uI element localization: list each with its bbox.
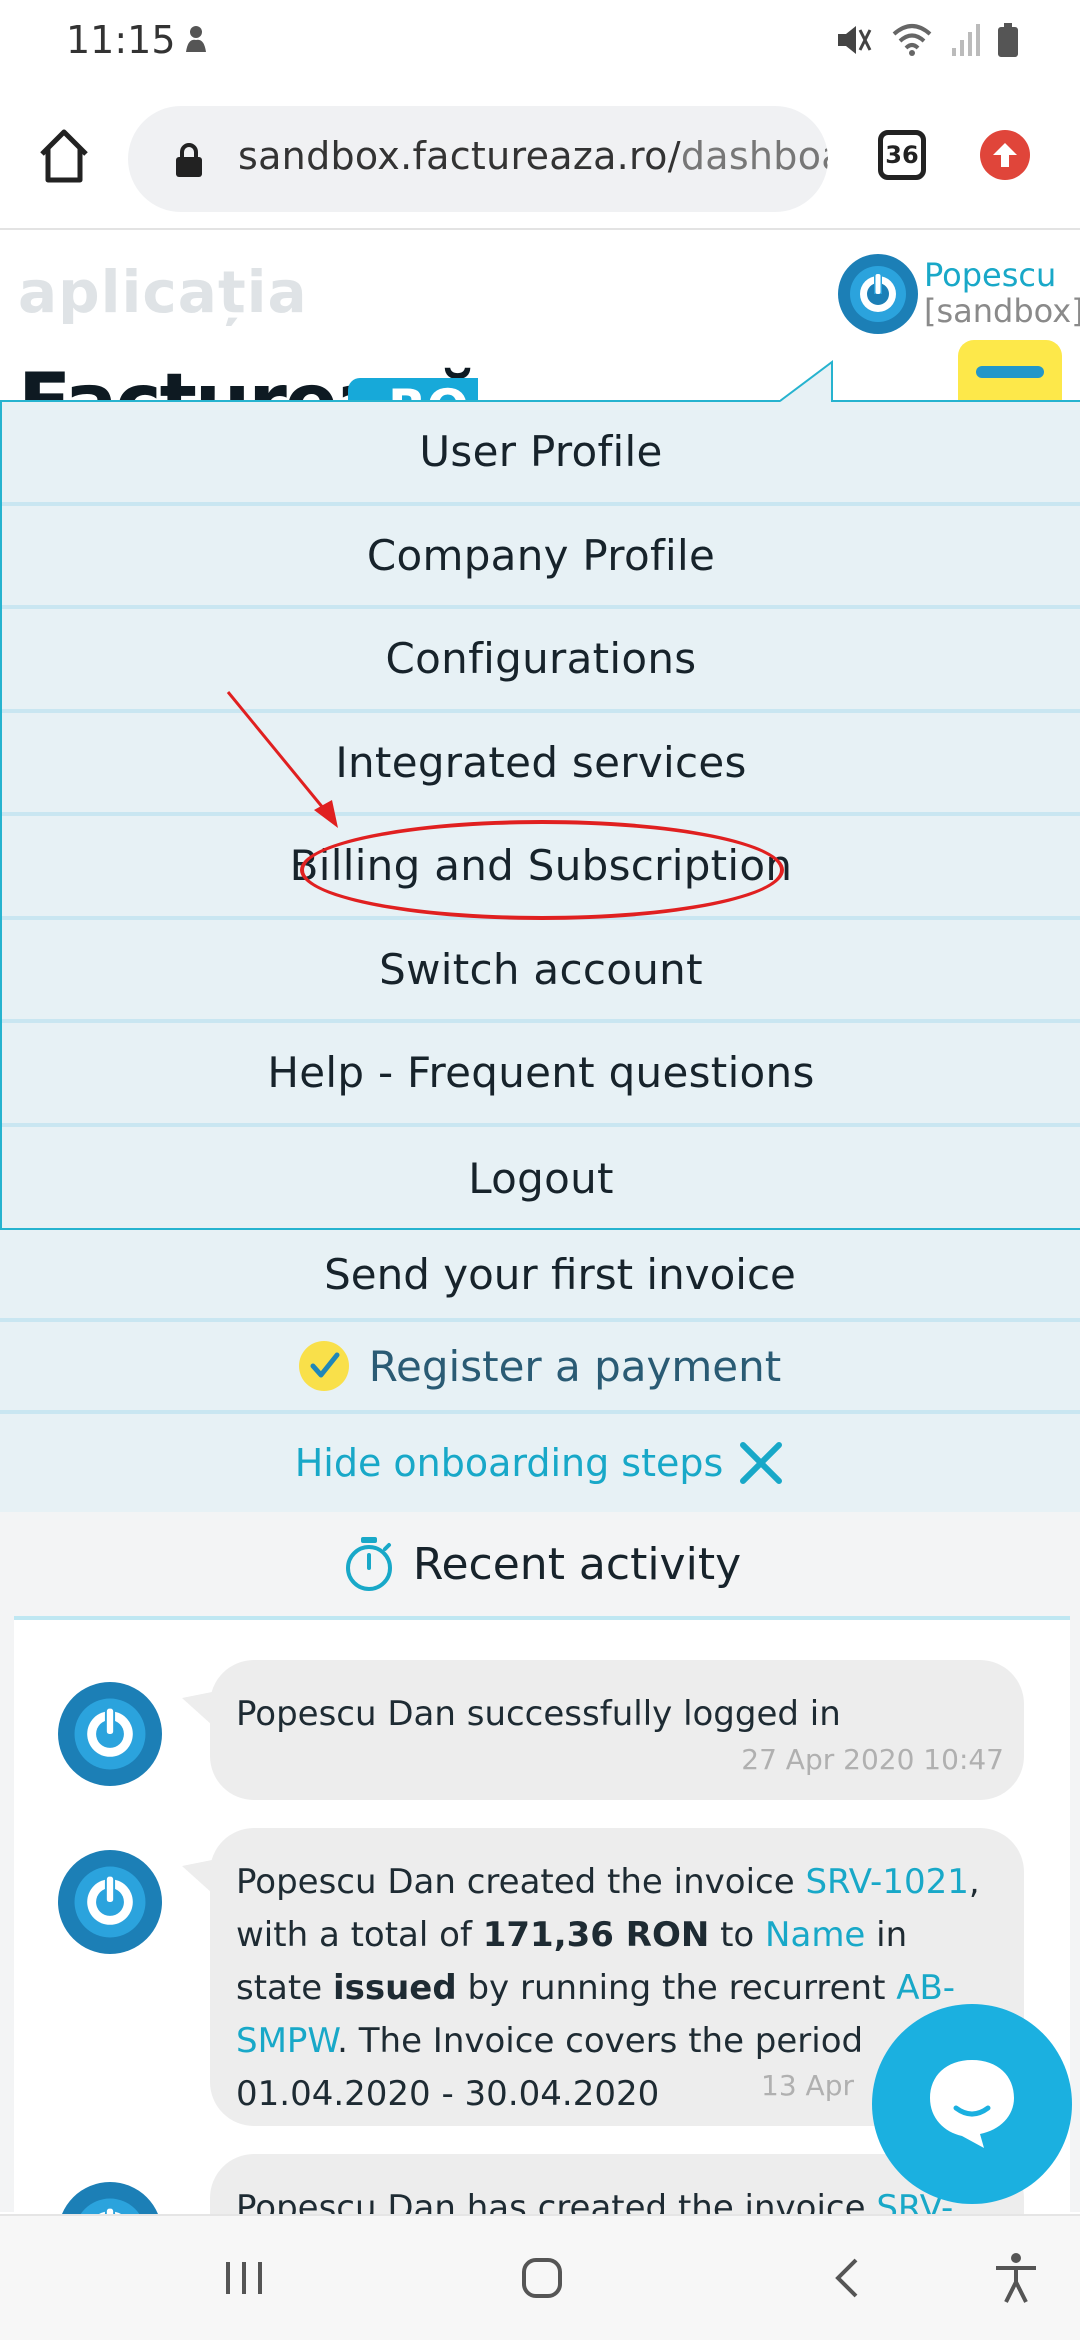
- onboarding-steps: Send your first invoice Register a payme…: [0, 1230, 1080, 1512]
- home-nav-icon[interactable]: [520, 2256, 564, 2300]
- logo-factureaza[interactable]: Facturează .RO: [18, 348, 478, 402]
- battery-icon: [998, 23, 1018, 57]
- client-link[interactable]: Name: [765, 1915, 865, 1955]
- hide-onboarding-label: Hide onboarding steps: [294, 1441, 724, 1485]
- dropdown-pointer: [780, 360, 833, 402]
- upload-icon: [993, 143, 1017, 167]
- activity-text: to: [709, 1915, 766, 1955]
- activity-text: Popescu Dan created the invoice: [236, 1862, 806, 1902]
- activity-timestamp: 13 Apr: [761, 2069, 854, 2102]
- close-icon: [740, 1442, 783, 1484]
- system-navigation-bar: [0, 2214, 1080, 2340]
- menu-item-switch-account[interactable]: Switch account: [2, 920, 1080, 1023]
- logo-aplicatia: aplicația: [18, 258, 308, 326]
- recent-activity-title: Recent activity: [412, 1538, 742, 1590]
- wifi-icon: [892, 24, 932, 56]
- back-icon[interactable]: [826, 2256, 870, 2300]
- url-domain: sandbox.factureaza.ro/: [238, 134, 681, 178]
- menu-item-user-profile[interactable]: User Profile: [2, 402, 1080, 506]
- user-dropdown-menu: User Profile Company Profile Configurati…: [0, 400, 1080, 1230]
- browser-toolbar: sandbox.factureaza.ro/dashboard 36: [0, 90, 1080, 230]
- stopwatch-icon: [345, 1537, 392, 1591]
- accessibility-icon[interactable]: [992, 2252, 1040, 2304]
- power-icon: [74, 1698, 146, 1770]
- user-environment: [sandbox]: [924, 292, 1080, 330]
- address-bar[interactable]: sandbox.factureaza.ro/dashboard: [128, 106, 828, 212]
- user-avatar[interactable]: [838, 254, 918, 334]
- chat-button[interactable]: [872, 2004, 1072, 2204]
- status-bar: 11:15: [0, 0, 1080, 90]
- lock-icon: [176, 143, 202, 177]
- hide-onboarding-button[interactable]: Hide onboarding steps: [0, 1414, 1080, 1512]
- onboarding-register-payment-label: Register a payment: [368, 1341, 782, 1391]
- hamburger-icon: [976, 366, 1044, 378]
- signal-icon: [952, 24, 980, 56]
- onboarding-register-payment[interactable]: Register a payment: [0, 1322, 1080, 1414]
- recent-activity-header: Recent activity: [14, 1512, 1070, 1620]
- activity-timestamp: 27 Apr 2020 10:47: [741, 1743, 1004, 1776]
- url-text: sandbox.factureaza.ro/dashboard: [238, 134, 828, 178]
- power-icon: [74, 1866, 146, 1938]
- activity-avatar: [58, 1682, 162, 1786]
- activity-text: by running the recurrent: [456, 1968, 897, 2008]
- invoice-state: issued: [332, 1968, 457, 2008]
- menu-item-company-profile[interactable]: Company Profile: [2, 506, 1080, 609]
- logo-ro-badge: .RO: [348, 378, 478, 402]
- menu-item-help[interactable]: Help - Frequent questions: [2, 1023, 1080, 1127]
- activity-avatar: [58, 1850, 162, 1954]
- activity-item: Popescu Dan successfully logged in 27 Ap…: [210, 1660, 1024, 1800]
- home-icon[interactable]: [36, 126, 92, 186]
- status-icons: [834, 22, 1020, 58]
- check-icon: [298, 1341, 349, 1391]
- tabs-button[interactable]: 36: [878, 130, 926, 180]
- user-name[interactable]: Popescu: [924, 256, 1056, 294]
- onboarding-first-invoice[interactable]: Send your first invoice: [0, 1230, 1080, 1322]
- recent-apps-icon[interactable]: [222, 2256, 266, 2300]
- invoice-amount: 171,36 RON: [482, 1915, 710, 1955]
- upload-button[interactable]: [980, 130, 1030, 180]
- power-icon: [850, 266, 906, 322]
- menu-item-integrated-services[interactable]: Integrated services: [2, 713, 1080, 816]
- activity-text: Popescu Dan successfully logged in: [236, 1694, 841, 1734]
- status-time: 11:15: [66, 18, 176, 62]
- notification-icon: [186, 26, 206, 52]
- url-path: dashboard: [680, 134, 828, 178]
- invoice-link[interactable]: SRV-1021: [805, 1862, 968, 1902]
- chat-icon: [930, 2060, 1014, 2148]
- mute-icon: [838, 26, 872, 54]
- onboarding-first-invoice-label: Send your first invoice: [324, 1249, 796, 1299]
- menu-item-billing-subscription[interactable]: Billing and Subscription: [2, 816, 1080, 920]
- menu-item-logout[interactable]: Logout: [2, 1127, 1080, 1231]
- menu-item-configurations[interactable]: Configurations: [2, 609, 1080, 713]
